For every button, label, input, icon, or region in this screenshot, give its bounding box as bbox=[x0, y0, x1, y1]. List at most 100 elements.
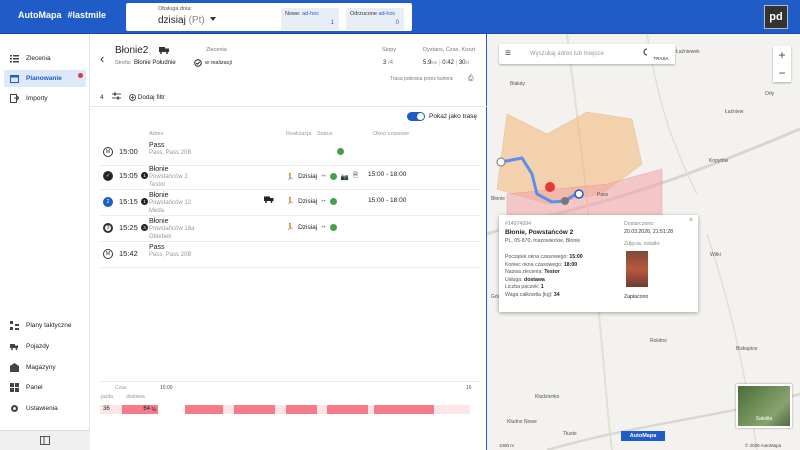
stop-client: Testor bbox=[149, 182, 166, 188]
magazine-badge: M bbox=[103, 249, 113, 259]
truck-icon bbox=[264, 196, 274, 205]
sidebar-item-importy[interactable]: Importy bbox=[4, 90, 86, 107]
header-time-window: Okno czasowe bbox=[373, 131, 410, 137]
stop-city: Pass bbox=[149, 244, 165, 251]
printer-icon[interactable]: ⎙ bbox=[468, 75, 474, 83]
show-as-route-toggle[interactable]: Pokaż jako trasę bbox=[407, 112, 477, 121]
collapse-sidebar-button[interactable] bbox=[0, 430, 90, 450]
stop-address: Pass, Pass 20B bbox=[149, 150, 192, 156]
menu-icon[interactable]: ≡ bbox=[505, 48, 511, 59]
filter-count: 4 bbox=[100, 93, 104, 101]
timeline-segment bbox=[286, 405, 317, 414]
zoom-out-button[interactable]: − bbox=[773, 64, 791, 82]
toggle-switch[interactable] bbox=[407, 112, 425, 121]
stop-time: 15:00 bbox=[119, 147, 138, 156]
place-label: Orły bbox=[765, 91, 775, 97]
progress-dots: •• bbox=[321, 173, 326, 180]
timeline-segment bbox=[234, 405, 275, 414]
place-label: Pass bbox=[597, 192, 609, 198]
sidebar-item-label: Planowanie bbox=[26, 75, 62, 82]
stops-total: /4 bbox=[388, 60, 394, 66]
map-copyright: © 2026 AutoMapa bbox=[745, 443, 782, 448]
sliders-icon[interactable] bbox=[111, 92, 121, 102]
stop-city: Błonie bbox=[149, 166, 169, 173]
route-mode-button[interactable]: TRASA bbox=[647, 44, 675, 64]
sidebar-item-panel[interactable]: Panel bbox=[4, 379, 86, 396]
search-input[interactable]: Wyszukaj adres lub miejsce bbox=[530, 51, 604, 57]
sequence-badge: 1 bbox=[141, 172, 148, 179]
truck-icon bbox=[10, 342, 19, 351]
header-address: Adres bbox=[149, 131, 164, 137]
sidebar-item-label: Panel bbox=[26, 384, 43, 391]
timeline-bar[interactable] bbox=[185, 405, 470, 414]
new-adhoc-stat[interactable]: Nowe: ad-hoc 1 bbox=[281, 8, 339, 30]
satellite-label: Satelita bbox=[755, 416, 773, 422]
magazine-badge: M bbox=[103, 147, 113, 157]
timeline-end: 16 bbox=[466, 385, 472, 391]
delivery-photo[interactable] bbox=[626, 251, 648, 287]
table-row[interactable]: 3 15:25 3 Błonie Powstańców 18a Oblebek … bbox=[100, 216, 480, 242]
route-mode-label: TRASA bbox=[653, 56, 669, 61]
photos-label: Zdjęcia, notatki: bbox=[624, 241, 661, 247]
service-day-select[interactable]: dzisiaj (Pt) bbox=[158, 15, 205, 26]
popup-field: Nazwa zlecenia: Testor bbox=[505, 269, 560, 276]
orders-status: w realizacji bbox=[194, 59, 232, 67]
sidebar-item-ustawienia[interactable]: Ustawienia bbox=[4, 400, 86, 417]
runner-icon: 🏃 bbox=[286, 173, 295, 181]
table-row[interactable]: ✓ 15:05 1 Błonie Powstańców 2 Testor 🏃 D… bbox=[100, 164, 480, 190]
popup-field: Koniec okna czasowego: 18:00 bbox=[505, 261, 578, 268]
zoom-in-button[interactable]: + bbox=[773, 46, 791, 64]
service-day-card: Obsługa dnia: dzisiaj (Pt) Nowe: ad-hoc … bbox=[126, 3, 412, 31]
sidebar-item-pojazdy[interactable]: Pojazdy bbox=[4, 338, 86, 355]
table-row[interactable]: 2 15:15 1 Błonie Powstańców 12 Meda 🏃 Dz… bbox=[100, 190, 480, 216]
status-dot bbox=[329, 197, 337, 205]
chevron-down-icon[interactable] bbox=[210, 17, 216, 21]
drive-label: jazda bbox=[101, 394, 113, 400]
stop-city: Błonie bbox=[149, 218, 169, 225]
place-label: Rokitno bbox=[650, 338, 667, 344]
close-icon[interactable]: × bbox=[689, 217, 693, 224]
sidebar-item-planowanie[interactable]: Planowanie bbox=[4, 70, 86, 87]
distance-value: 5.9km | 0:42 | 30zł bbox=[423, 60, 469, 66]
divider bbox=[90, 106, 487, 107]
timeline-segment bbox=[327, 405, 368, 414]
sidebar-item-label: Importy bbox=[26, 95, 48, 102]
delivered-value: 20.03.2026, 21:51:28 bbox=[624, 229, 674, 235]
map-view[interactable]: Radzików Łaźniewek Białuty Łaźniew Orły … bbox=[487, 34, 800, 450]
place-label: Łaźniew bbox=[725, 109, 744, 115]
delivery-label: dostawa bbox=[126, 394, 145, 400]
sidebar-item-plany-taktyczne[interactable]: Plany taktyczne bbox=[4, 317, 86, 334]
stop-time: 15:42 bbox=[119, 249, 138, 258]
zone-label: Strefa: bbox=[115, 60, 132, 66]
add-filter-label: Dodaj filtr bbox=[137, 93, 166, 101]
delivery-unit: % bbox=[151, 406, 156, 413]
popup-details: Początek okna czasowego: 15:00 Koniec ok… bbox=[505, 254, 583, 300]
place-label: Biskupice bbox=[736, 346, 758, 352]
sidebar-item-magazyny[interactable]: Magazyny bbox=[4, 359, 86, 376]
table-row[interactable]: M 15:00 Pass Pass, Pass 20B bbox=[100, 140, 480, 166]
stop-address: Pass, Pass 20B bbox=[149, 252, 192, 258]
app-brand[interactable]: AutoMapa #lastmile bbox=[18, 10, 106, 20]
sidebar-item-zlecenia[interactable]: Zlecenia bbox=[4, 50, 86, 67]
stop-time: 15:05 bbox=[119, 171, 138, 180]
table-row[interactable]: M 15:42 Pass Pass, Pass 20B bbox=[100, 242, 480, 268]
sidebar-item-label: Magazyny bbox=[26, 364, 56, 371]
add-filter-button[interactable]: Dodaj filtr bbox=[128, 93, 166, 101]
document-icon[interactable]: 🗎 bbox=[353, 171, 358, 182]
drive-value: 36 bbox=[103, 406, 110, 412]
back-arrow-icon[interactable]: ‹ bbox=[100, 51, 104, 66]
orders-status-text: w realizacji bbox=[205, 60, 232, 66]
stop-address: Powstańców 2 bbox=[149, 174, 188, 180]
avatar[interactable]: pd bbox=[764, 5, 788, 29]
realization: 🏃 Dzisiaj •• 📷 🗎 bbox=[286, 171, 358, 182]
stop-city: Błonie bbox=[149, 192, 169, 199]
popup-field: Waga całkowita [kg]: 34 bbox=[505, 291, 560, 298]
tactical-plan-icon bbox=[10, 321, 19, 330]
stop-client: Meda bbox=[149, 208, 165, 214]
place-label: Kłudno Nowe bbox=[507, 419, 537, 425]
rejected-adhoc-stat[interactable]: Odrzucone ad-hoc 0 bbox=[346, 8, 404, 30]
sequence-badge: 3 bbox=[141, 224, 148, 231]
stop-info-popup: #14974994 Błonie, Powstańców 2 PL, 05-87… bbox=[499, 215, 698, 312]
camera-icon[interactable]: 📷 bbox=[341, 173, 349, 181]
satellite-layer-button[interactable]: Satelita bbox=[736, 384, 792, 428]
